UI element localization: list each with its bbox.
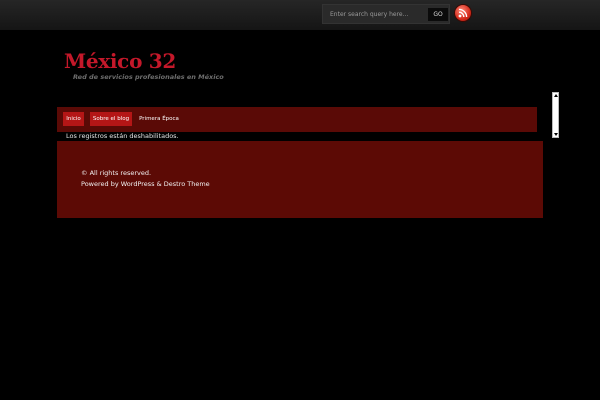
nav-item-primera-epoca[interactable]: Primera Época bbox=[139, 112, 179, 126]
nav-item-sobre-el-blog[interactable]: Sobre el blog bbox=[90, 112, 132, 126]
scrollbar[interactable] bbox=[552, 92, 559, 138]
scroll-up-arrow-icon[interactable] bbox=[554, 94, 558, 97]
rss-feed-icon[interactable] bbox=[455, 5, 471, 21]
search-form: GO bbox=[322, 4, 450, 24]
search-input[interactable] bbox=[325, 7, 423, 22]
main-navigation: Inicio Sobre el blog Primera Época bbox=[57, 107, 537, 132]
site-tagline: Red de servicios profesionales en México bbox=[73, 73, 224, 81]
scroll-down-arrow-icon[interactable] bbox=[554, 133, 558, 136]
comments-closed-note: Los registros están deshabilitados. bbox=[66, 132, 179, 140]
footer-copyright: © All rights reserved. bbox=[81, 169, 152, 177]
top-bar: GO bbox=[0, 0, 600, 30]
nav-item-inicio[interactable]: Inicio bbox=[63, 112, 84, 126]
footer-powered-by: Powered by WordPress & Destro Theme bbox=[81, 180, 210, 188]
footer: © All rights reserved. Powered by WordPr… bbox=[57, 141, 543, 218]
site-logo[interactable]: México 32 bbox=[64, 49, 176, 73]
search-go-button[interactable]: GO bbox=[428, 8, 448, 21]
